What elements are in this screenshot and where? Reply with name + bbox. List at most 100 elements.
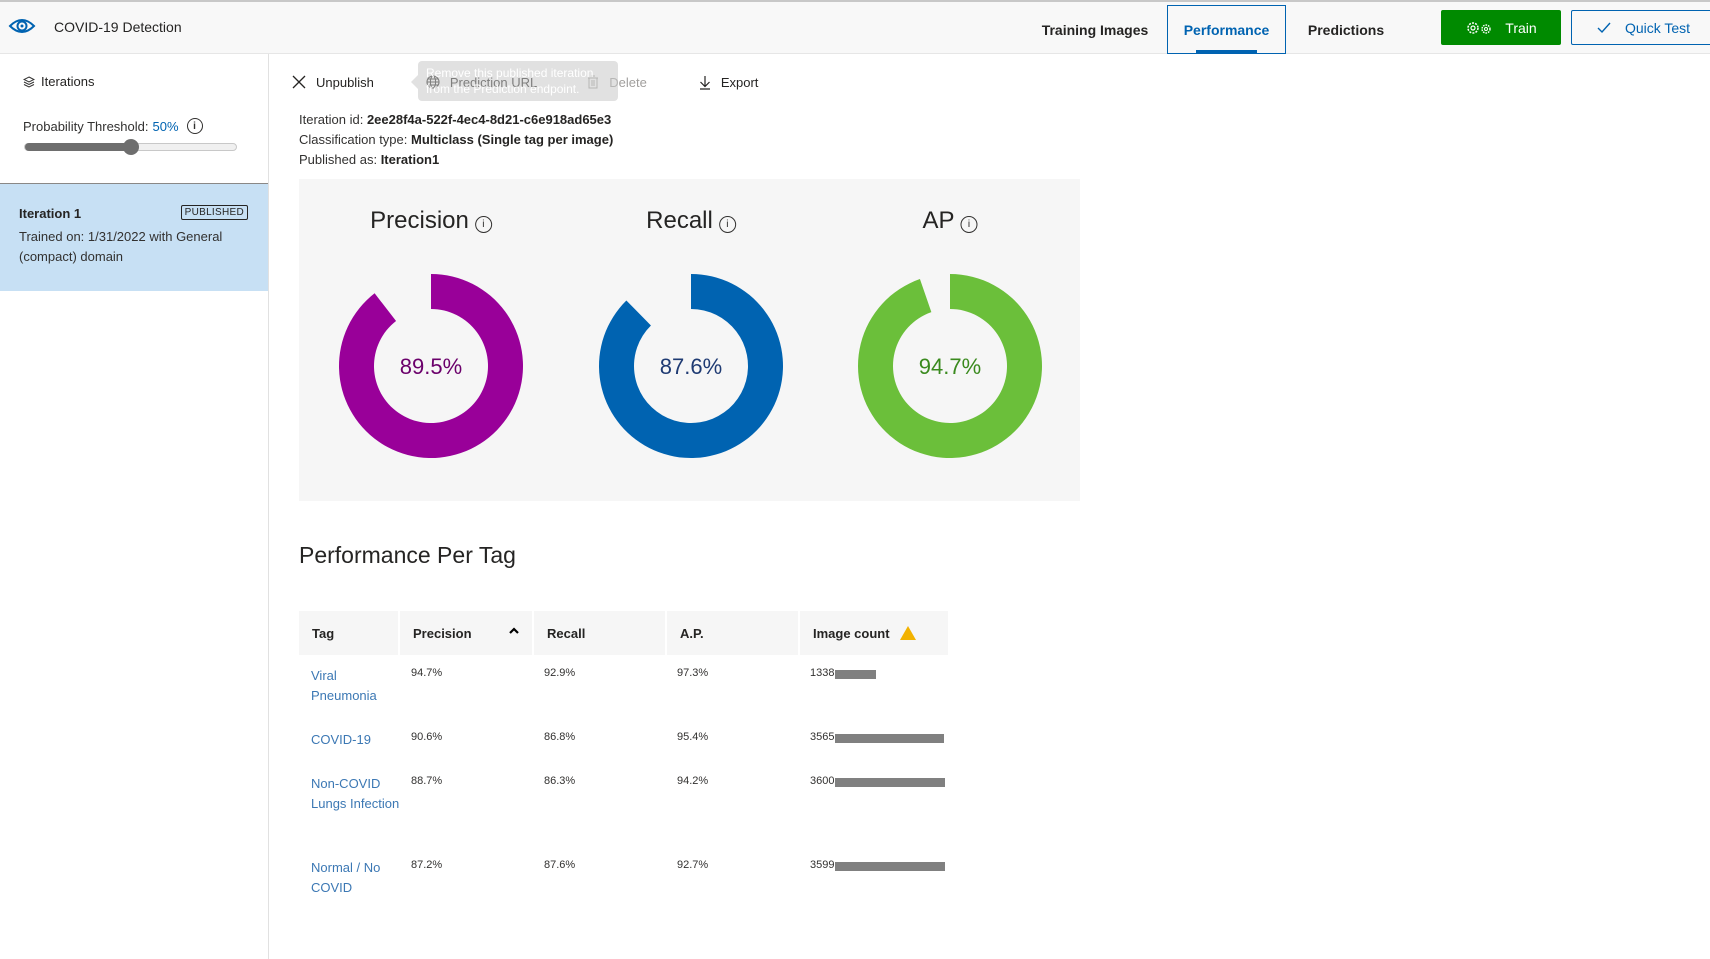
info-icon[interactable]: i bbox=[960, 215, 978, 233]
column-header-ap[interactable]: A.P. bbox=[667, 611, 798, 655]
train-label: Train bbox=[1505, 19, 1537, 36]
published-badge: PUBLISHED bbox=[180, 205, 248, 220]
gears-icon bbox=[1467, 21, 1491, 34]
ap-title: AP i bbox=[922, 207, 978, 235]
threshold-slider[interactable] bbox=[24, 139, 237, 155]
image-count-cell: 1338 bbox=[810, 667, 877, 679]
column-label: Image count bbox=[813, 625, 890, 641]
train-button[interactable]: Train bbox=[1441, 10, 1561, 45]
warning-icon[interactable] bbox=[899, 626, 916, 640]
image-count-cell: 3600 bbox=[810, 775, 946, 787]
classification-row: Classification type: Multiclass (Single … bbox=[299, 130, 613, 150]
info-icon[interactable]: i bbox=[474, 215, 492, 233]
iteration-id-row: Iteration id: 2ee28f4a-522f-4ec4-8d21-c6… bbox=[299, 110, 613, 130]
active-tab-indicator bbox=[1196, 50, 1257, 53]
download-icon bbox=[699, 75, 710, 90]
ap-donut-value: 94.7% bbox=[919, 354, 981, 379]
column-header-recall[interactable]: Recall bbox=[534, 611, 665, 655]
classification-label: Classification type: bbox=[299, 132, 408, 147]
recall-cell: 86.3% bbox=[544, 775, 576, 787]
precision-donut-value: 89.5% bbox=[400, 354, 462, 379]
column-header-image-count[interactable]: Image count bbox=[800, 611, 948, 655]
info-icon[interactable]: i bbox=[186, 118, 203, 134]
recall-cell: 86.8% bbox=[544, 731, 576, 743]
threshold-label: Probability Threshold: bbox=[23, 118, 149, 134]
published-value: Iteration1 bbox=[380, 152, 440, 167]
quick-test-label: Quick Test bbox=[1624, 19, 1691, 36]
published-row: Published as: Iteration1 bbox=[299, 150, 613, 170]
recall-donut-value: 87.6% bbox=[660, 354, 722, 379]
threshold-value: 50% bbox=[152, 118, 179, 134]
recall-title: Recall i bbox=[646, 207, 736, 235]
precision-cell: 87.2% bbox=[411, 859, 443, 871]
ap-cell: 94.2% bbox=[677, 775, 709, 787]
metric-title-label: Recall bbox=[646, 207, 713, 234]
section-title: Performance Per Tag bbox=[299, 542, 516, 568]
unpublish-button[interactable]: Unpublish bbox=[292, 75, 374, 90]
quick-test-button[interactable]: Quick Test bbox=[1571, 10, 1710, 45]
image-count-value: 3565 bbox=[810, 731, 835, 743]
tab-training-images[interactable]: Training Images bbox=[1030, 5, 1160, 54]
iterations-label: Iterations bbox=[41, 74, 95, 89]
image-count-cell: 3565 bbox=[810, 731, 945, 743]
probability-threshold: Probability Threshold: 50% i bbox=[23, 118, 203, 134]
tag-link[interactable]: Viral Pneumonia bbox=[311, 666, 401, 706]
ap-cell: 95.4% bbox=[677, 731, 709, 743]
column-label: Recall bbox=[547, 625, 586, 641]
iteration-meta: Iteration id: 2ee28f4a-522f-4ec4-8d21-c6… bbox=[299, 110, 613, 170]
iteration-id-label: Iteration id: bbox=[299, 112, 364, 127]
unpublish-tooltip: Remove this published iteration from the… bbox=[411, 61, 618, 101]
ap-cell: 97.3% bbox=[677, 667, 709, 679]
tag-link[interactable]: Normal / No COVID bbox=[311, 858, 401, 898]
app-title: COVID-19 Detection bbox=[54, 19, 182, 35]
iterations-header: Iterations bbox=[23, 74, 94, 89]
iteration-item[interactable]: Iteration 1 PUBLISHED Trained on: 1/31/2… bbox=[0, 184, 268, 291]
metric-title-label: Precision bbox=[370, 207, 469, 234]
column-label: Precision bbox=[413, 625, 472, 641]
tab-label: Performance bbox=[1183, 21, 1270, 38]
metric-title-label: AP bbox=[922, 207, 955, 234]
checkmark-icon bbox=[1597, 22, 1611, 33]
sort-ascending-icon bbox=[509, 627, 519, 634]
export-label: Export bbox=[720, 74, 759, 90]
tab-label: Training Images bbox=[1041, 21, 1149, 38]
precision-cell: 94.7% bbox=[411, 667, 443, 679]
image-count-value: 1338 bbox=[810, 667, 835, 679]
slider-thumb[interactable] bbox=[122, 139, 139, 155]
image-count-bar bbox=[835, 670, 877, 679]
column-header-precision[interactable]: Precision bbox=[400, 611, 532, 655]
ap-cell: 92.7% bbox=[677, 859, 709, 871]
image-count-cell: 3599 bbox=[810, 859, 946, 871]
iterations-sidebar: Iterations Probability Threshold: 50% i … bbox=[0, 54, 269, 959]
layers-icon bbox=[23, 75, 35, 88]
image-count-bar bbox=[835, 778, 946, 787]
export-button[interactable]: Export bbox=[699, 74, 759, 90]
image-count-value: 3600 bbox=[810, 775, 835, 787]
recall-cell: 87.6% bbox=[544, 859, 576, 871]
close-icon bbox=[292, 75, 306, 89]
precision-cell: 90.6% bbox=[411, 731, 443, 743]
image-count-value: 3599 bbox=[810, 859, 835, 871]
column-label: A.P. bbox=[680, 625, 704, 641]
slider-fill bbox=[25, 143, 131, 151]
unpublish-label: Unpublish bbox=[316, 74, 374, 90]
image-count-bar bbox=[835, 734, 945, 743]
tab-performance[interactable]: Performance bbox=[1167, 5, 1286, 54]
tag-link[interactable]: COVID-19 bbox=[311, 730, 401, 750]
info-icon[interactable]: i bbox=[718, 215, 736, 233]
image-count-bar bbox=[835, 862, 946, 871]
tab-predictions[interactable]: Predictions bbox=[1292, 5, 1400, 54]
precision-cell: 88.7% bbox=[411, 775, 443, 787]
tag-link[interactable]: Non-COVID Lungs Infection bbox=[311, 774, 401, 814]
eye-gear-logo-icon bbox=[8, 19, 36, 33]
column-header-tag[interactable]: Tag bbox=[299, 611, 398, 655]
precision-title: Precision i bbox=[370, 207, 492, 235]
iteration-id-value: 2ee28f4a-522f-4ec4-8d21-c6e918ad65e3 bbox=[366, 112, 612, 127]
classification-value: Multiclass (Single tag per image) bbox=[411, 132, 614, 147]
column-label: Tag bbox=[312, 625, 335, 641]
top-header: COVID-19 Detection Training Images Perfo… bbox=[0, 0, 1710, 54]
published-label: Published as: bbox=[299, 152, 378, 167]
tab-label: Predictions bbox=[1307, 21, 1385, 38]
iteration-description: Trained on: 1/31/2022 with General (comp… bbox=[19, 229, 223, 264]
recall-cell: 92.9% bbox=[544, 667, 576, 679]
